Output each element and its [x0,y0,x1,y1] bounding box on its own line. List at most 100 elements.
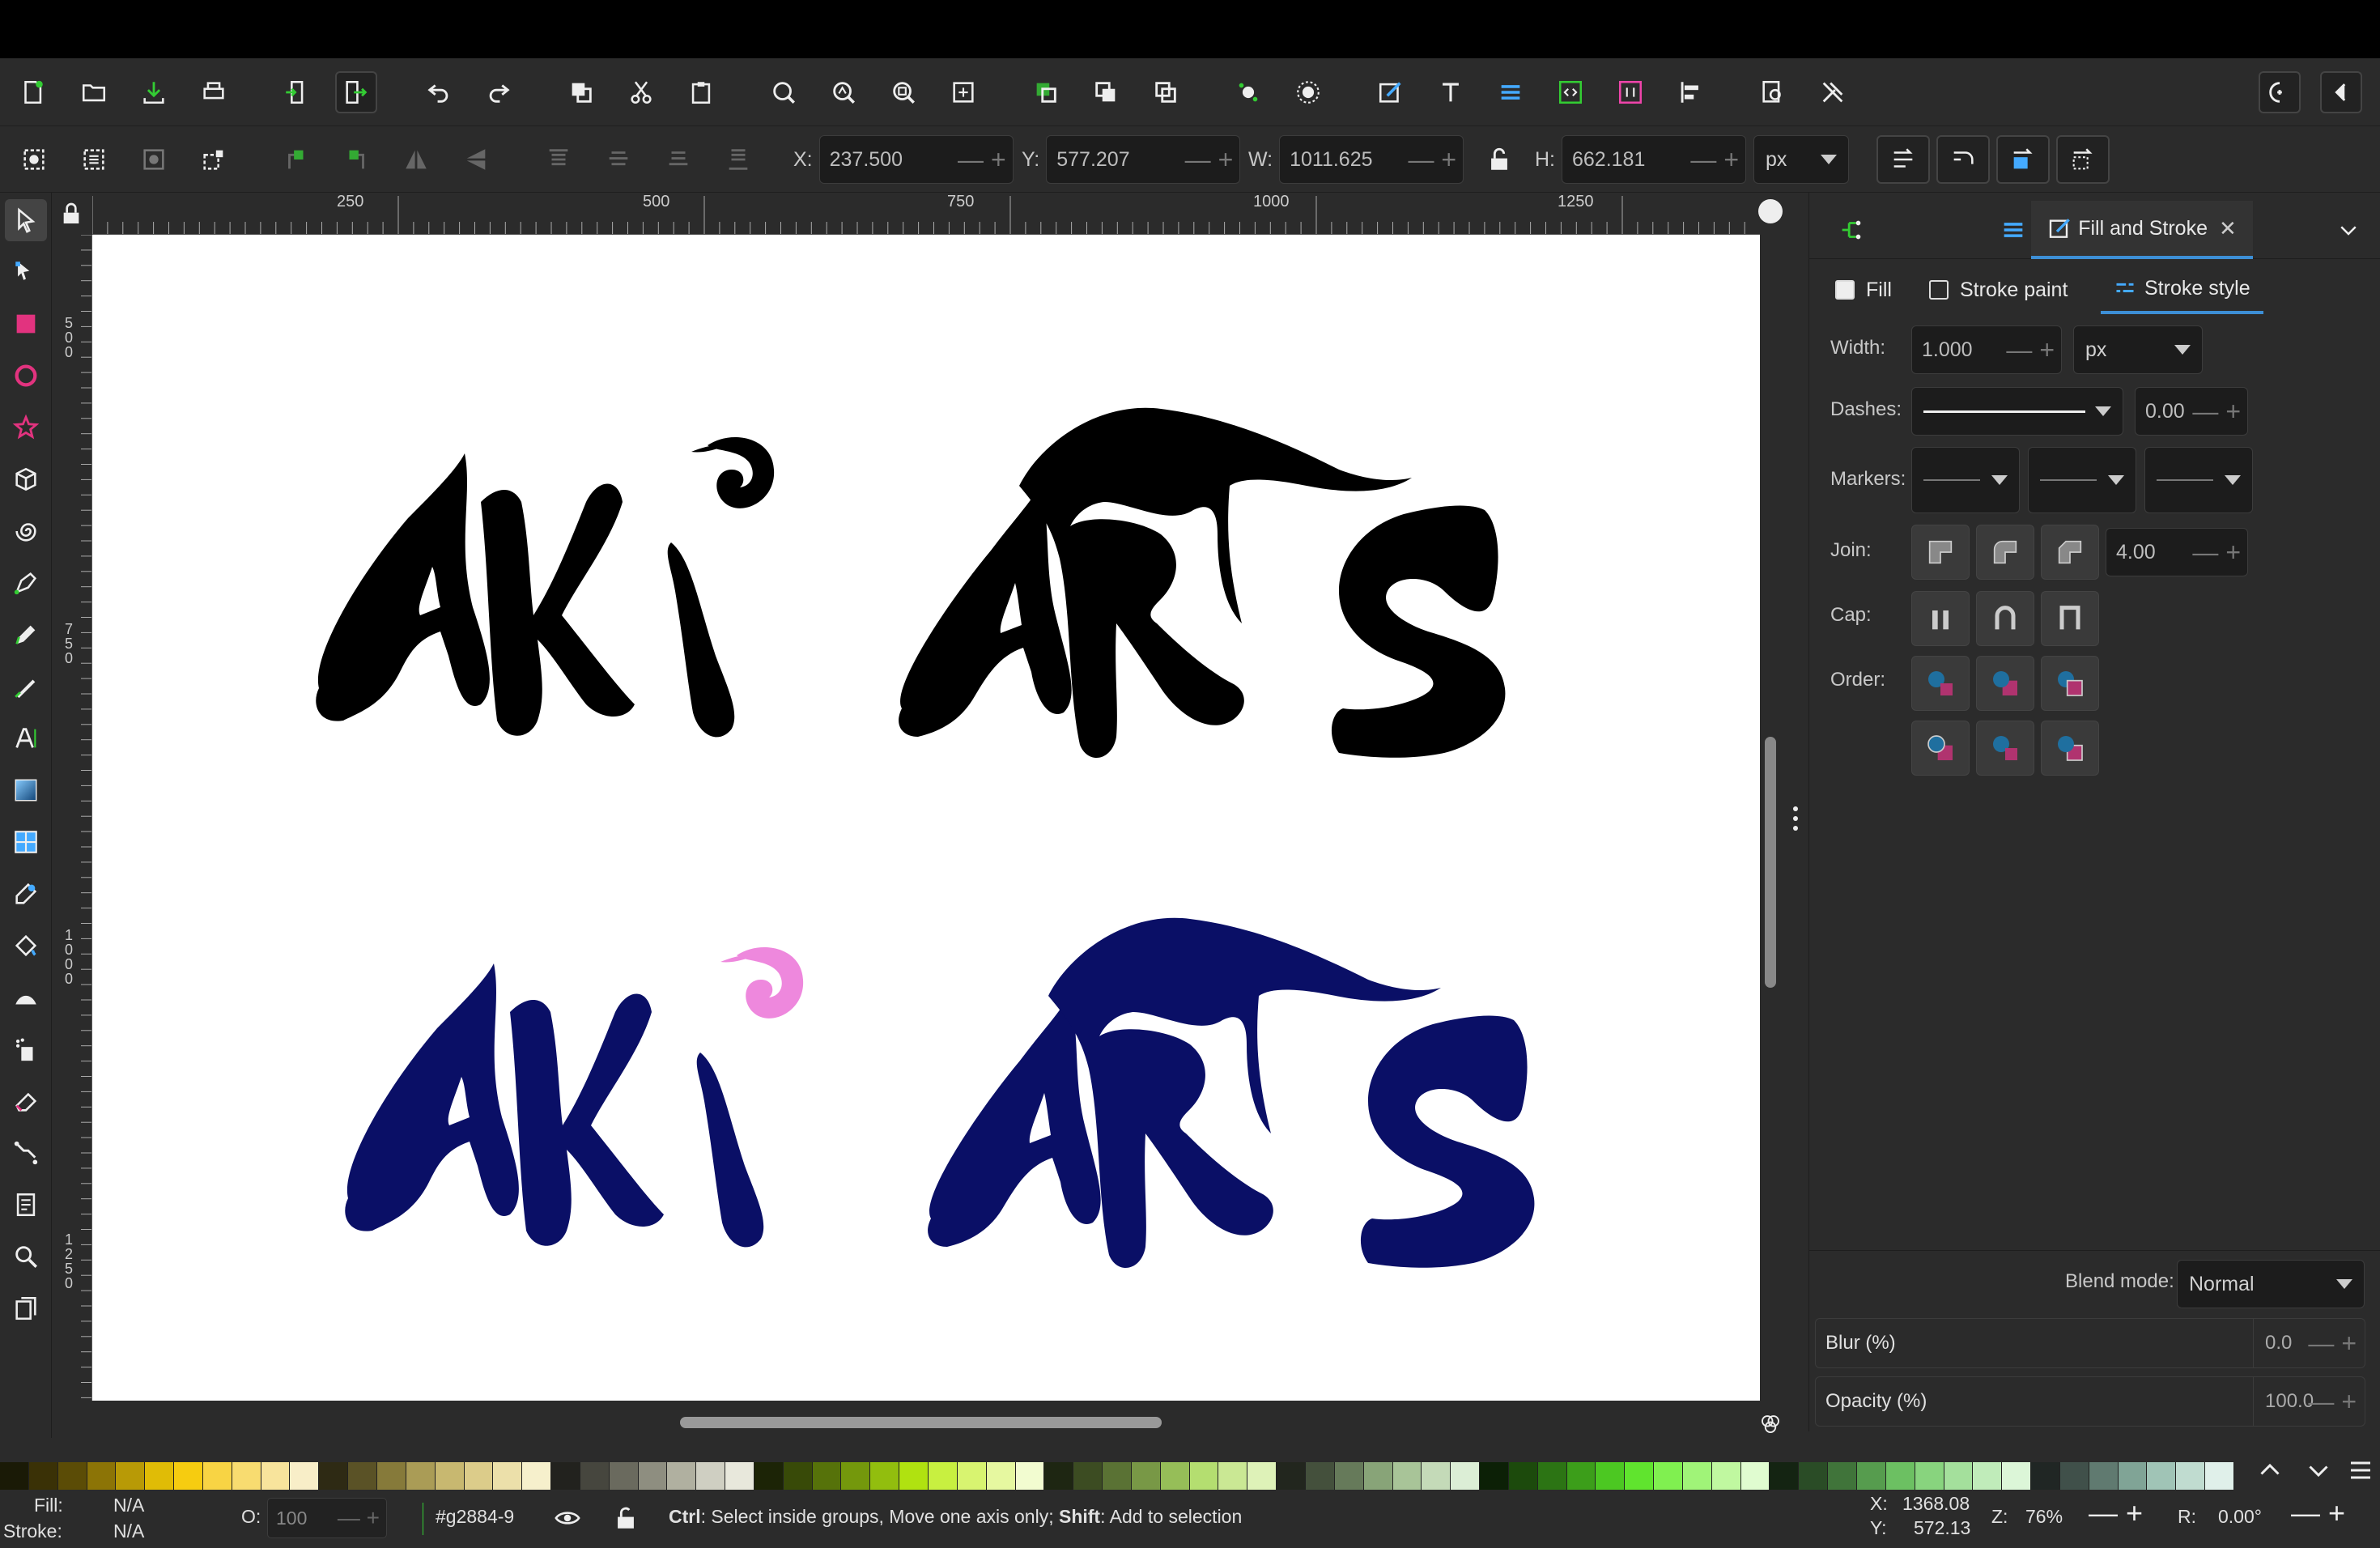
close-tab-icon[interactable]: ✕ [2219,216,2237,241]
xml-editor-icon[interactable] [1549,71,1592,113]
palette-swatch[interactable] [812,1462,842,1490]
lower-icon[interactable] [657,138,699,181]
x-field[interactable]: 237.500— + [818,135,1014,184]
palette-swatch[interactable] [841,1462,871,1490]
scale-corners-icon[interactable] [1936,135,1990,184]
rectangle-tool-icon[interactable] [5,303,47,345]
palette-scroll-down-icon[interactable] [2304,1456,2333,1485]
palette-swatch[interactable] [28,1462,58,1490]
zoom-controls[interactable]: — + [2089,1496,2143,1530]
palette-menu-icon[interactable] [2346,1456,2375,1485]
duplicate-icon[interactable] [560,71,602,113]
palette-swatch[interactable] [1218,1462,1248,1490]
eraser-tool-icon[interactable] [5,1080,47,1122]
new-document-icon[interactable] [11,71,53,113]
horizontal-scrollbar[interactable] [680,1417,1162,1428]
palette-swatch[interactable] [145,1462,175,1490]
document-page[interactable] [92,235,1760,1401]
end-marker-dropdown[interactable] [2144,447,2253,513]
vertical-scrollbar[interactable] [1765,737,1776,988]
palette-swatch[interactable] [202,1462,232,1490]
palette-swatch[interactable] [1334,1462,1364,1490]
preferences-icon[interactable] [1812,71,1854,113]
palette-swatch[interactable] [1973,1462,2003,1490]
raise-to-top-icon[interactable] [538,138,580,181]
width-spinbox[interactable]: 1.000— + [1911,325,2062,374]
lower-to-bottom-icon[interactable] [717,138,759,181]
palette-swatch[interactable] [2176,1462,2206,1490]
palette-swatch[interactable] [1015,1462,1045,1490]
zoom-page-icon[interactable] [882,71,924,113]
palette-swatch[interactable] [870,1462,900,1490]
panel-resize-handle-icon[interactable] [1792,806,1799,831]
palette-swatch[interactable] [1131,1462,1161,1490]
dashes-dropdown[interactable] [1911,387,2123,436]
artwork-letter-a2[interactable] [928,996,1101,1247]
palette-swatch[interactable] [1799,1462,1829,1490]
miter-limit-spinbox[interactable]: 4.00— + [2106,528,2248,576]
palette-swatch[interactable] [1770,1462,1800,1490]
artwork-bottom-group[interactable] [345,917,1535,1269]
color-manage-icon[interactable] [1758,1412,1783,1436]
palette-swatch[interactable] [1682,1462,1712,1490]
text-icon[interactable] [1430,71,1472,113]
palette-swatch[interactable] [1451,1462,1481,1490]
gradient-tool-icon[interactable] [5,769,47,811]
blur-row[interactable]: Blur (%) 0.0 — + [1815,1318,2365,1368]
x-spinbox[interactable]: X: 237.500— + [793,135,1014,184]
pencil-tool-icon[interactable] [5,614,47,656]
palette-swatch[interactable] [754,1462,784,1490]
palette-swatch[interactable] [667,1462,697,1490]
ellipse-tool-icon[interactable] [5,355,47,397]
w-field[interactable]: 1011.625— + [1279,135,1464,184]
palette-swatch[interactable] [406,1462,436,1490]
palette-swatch[interactable] [957,1462,987,1490]
mesh-tool-icon[interactable] [5,821,47,863]
snap-icon[interactable] [1287,71,1329,113]
palette-swatch[interactable] [116,1462,146,1490]
order-fill-markers-stroke-icon[interactable] [2041,656,2099,711]
opacity-short-field[interactable]: 100 — + [267,1498,387,1538]
artwork-letter-a[interactable] [316,453,490,721]
dropper-tool-icon[interactable] [5,873,47,915]
artwork-letter-a[interactable] [345,963,519,1231]
palette-swatch[interactable] [929,1462,958,1490]
palette-swatch[interactable] [319,1462,349,1490]
calligraphy-tool-icon[interactable] [5,666,47,708]
order-markers-stroke-fill-icon[interactable] [2041,721,2099,776]
stroke-value[interactable]: N/A [113,1520,144,1542]
open-folder-icon[interactable] [73,71,115,113]
rotation-controls[interactable]: — + [2291,1496,2345,1530]
palette-swatch[interactable] [580,1462,610,1490]
mid-marker-dropdown[interactable] [2028,447,2136,513]
artwork-letter-k[interactable] [481,483,635,736]
select-all-layers-icon[interactable] [73,138,115,181]
start-marker-dropdown[interactable] [1911,447,2020,513]
palette-swatch[interactable] [1596,1462,1626,1490]
palette-swatch[interactable] [1189,1462,1219,1490]
palette-swatch[interactable] [1828,1462,1857,1490]
subtab-stroke-style[interactable]: Stroke style [2101,266,2263,314]
zoom-selection-icon[interactable] [763,71,805,113]
palette-swatch[interactable] [696,1462,726,1490]
y-field[interactable]: 577.207— + [1046,135,1241,184]
zoom-tool-icon[interactable] [5,1235,47,1278]
scale-pattern-icon[interactable] [2056,135,2110,184]
palette-swatch[interactable] [232,1462,261,1490]
unit-dropdown[interactable]: px [1753,135,1849,184]
pages-tool-icon[interactable] [5,1184,47,1226]
3d-box-tool-icon[interactable] [5,458,47,500]
palette-swatch[interactable] [1625,1462,1655,1490]
deselect-icon[interactable] [133,138,175,181]
scale-gradient-icon[interactable] [1996,135,2050,184]
palette-swatch[interactable] [1392,1462,1422,1490]
dash-offset-spinbox[interactable]: 0.00— + [2135,387,2248,436]
clone-icon[interactable] [1145,71,1187,113]
rotation-value[interactable]: 0.00° [2218,1506,2262,1528]
touch-select-icon[interactable] [193,138,235,181]
cut-icon[interactable] [620,71,662,113]
group-icon[interactable] [1025,71,1067,113]
width-unit-dropdown[interactable]: px [2073,325,2203,374]
select-all-icon[interactable] [13,138,55,181]
order-stroke-markers-fill-icon[interactable] [1976,721,2034,776]
